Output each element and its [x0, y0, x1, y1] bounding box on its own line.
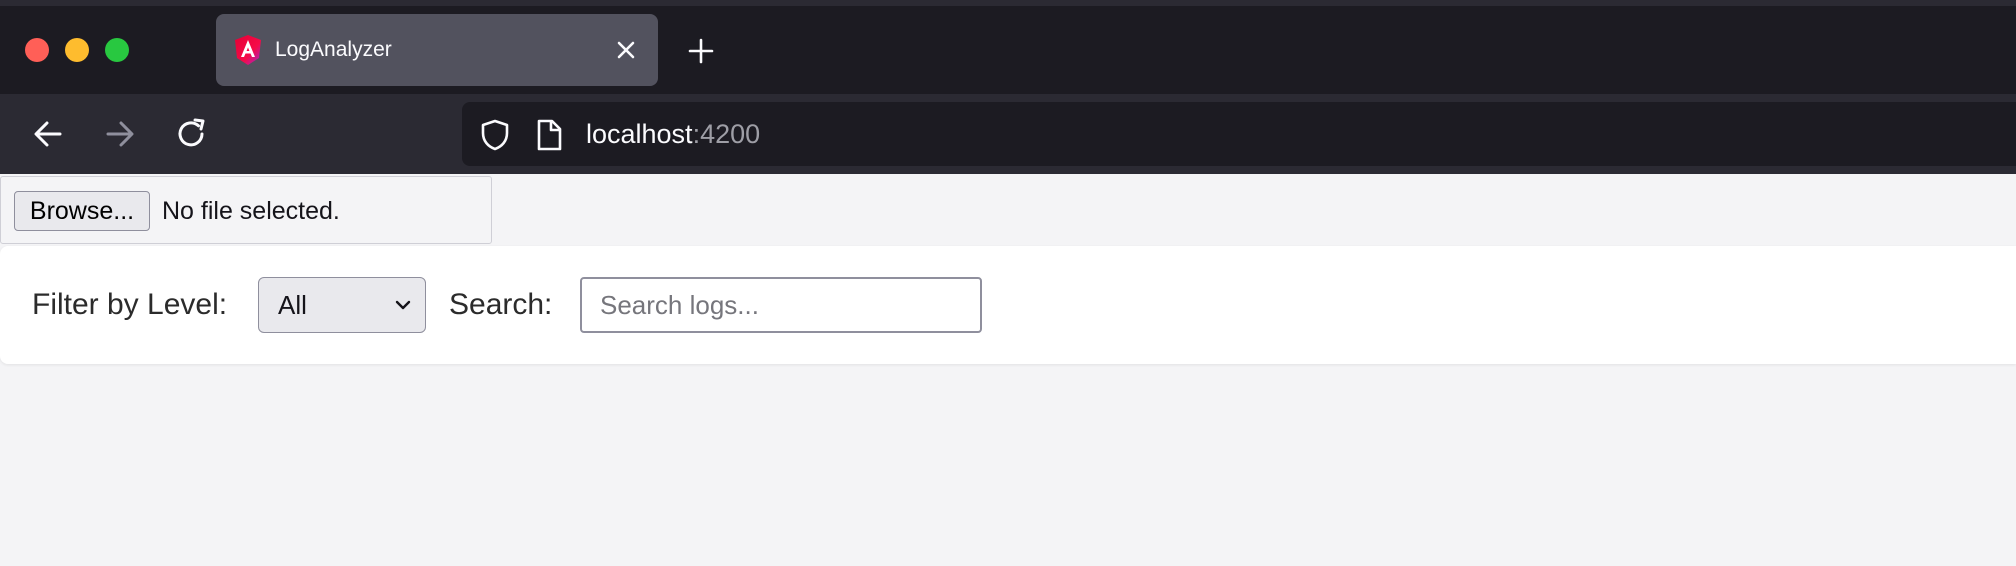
tab-loganalyzer[interactable]: LogAnalyzer [216, 14, 658, 86]
level-select-value: All [278, 290, 307, 320]
search-input[interactable] [580, 277, 982, 333]
page-content: Browse... No file selected. Filter by Le… [0, 174, 2016, 566]
url-text: localhost:4200 [586, 102, 760, 166]
shield-icon[interactable] [478, 118, 512, 152]
close-window-button[interactable] [25, 38, 49, 62]
search-label: Search: [449, 288, 553, 321]
close-icon[interactable] [612, 36, 640, 64]
file-status: No file selected. [162, 197, 340, 225]
navigation-toolbar: localhost:4200 [0, 94, 2016, 174]
minimize-window-button[interactable] [65, 38, 89, 62]
tab-strip: LogAnalyzer [0, 0, 2016, 94]
arrow-right-icon[interactable] [100, 114, 140, 154]
plus-icon[interactable] [686, 36, 716, 66]
filter-panel: Filter by Level: All Search: [0, 246, 2016, 364]
address-bar[interactable]: localhost:4200 [462, 102, 2016, 166]
browser-window: LogAnalyzer localhost:4200 Browse... No … [0, 0, 2016, 566]
reload-icon[interactable] [172, 114, 212, 154]
window-top-edge [0, 0, 2016, 6]
file-input[interactable]: Browse... No file selected. [0, 176, 492, 244]
maximize-window-button[interactable] [105, 38, 129, 62]
tab-title: LogAnalyzer [275, 38, 392, 61]
url-host: localhost [586, 119, 693, 149]
arrow-left-icon[interactable] [28, 114, 68, 154]
angular-logo-icon [235, 35, 261, 65]
browse-button[interactable]: Browse... [14, 191, 150, 231]
url-port: :4200 [692, 119, 761, 149]
chevron-down-icon [395, 300, 411, 310]
filter-level-label: Filter by Level: [32, 288, 228, 321]
page-icon [537, 119, 562, 151]
level-select[interactable]: All [258, 277, 426, 333]
